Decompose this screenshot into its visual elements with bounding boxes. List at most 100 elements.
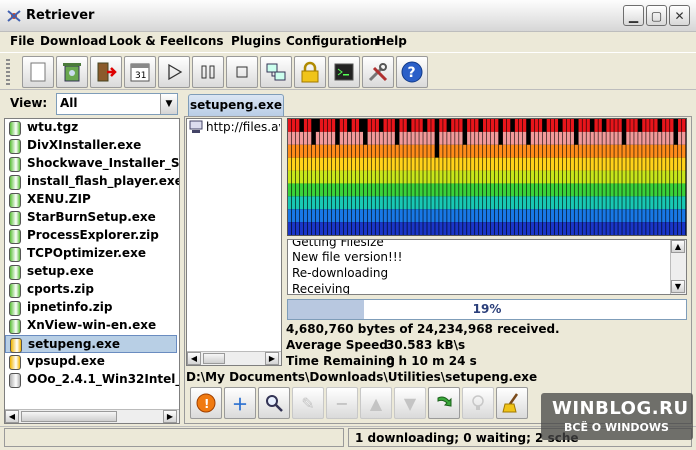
pause-button[interactable] [192, 56, 224, 88]
minimize-button[interactable]: ▁ [623, 5, 644, 26]
list-hscrollbar[interactable]: ◀ ▶ [5, 409, 179, 423]
chunk-cell [510, 157, 515, 171]
exit-button[interactable] [90, 56, 122, 88]
remove-button[interactable]: − [326, 387, 358, 419]
view-select-arrow[interactable]: ▼ [160, 94, 177, 114]
file-status-icon [9, 301, 21, 316]
menu-plugins[interactable]: Plugins [231, 34, 281, 48]
list-item[interactable]: XENU.ZIP [5, 191, 177, 209]
url-hscroll-thumb[interactable] [203, 353, 225, 364]
close-button[interactable]: ✕ [669, 5, 690, 26]
chunk-cell [387, 222, 391, 235]
search-button[interactable] [258, 387, 290, 419]
menu-configuration[interactable]: Configuration [286, 34, 378, 48]
cancel-download-button[interactable]: ! [190, 387, 222, 419]
new-download-button[interactable] [22, 56, 54, 88]
menu-icons[interactable]: Icons [188, 34, 224, 48]
stop-circle-icon: ! [196, 393, 216, 413]
chunk-cell [554, 222, 559, 235]
close-icon: ✕ [674, 8, 685, 23]
chunk-cell [367, 157, 371, 171]
chunk-cell [546, 196, 551, 210]
clean-button[interactable] [496, 387, 528, 419]
scroll-up-icon[interactable]: ▲ [671, 240, 685, 253]
chunk-cell [319, 196, 324, 210]
list-item[interactable]: XnView-win-en.exe [5, 317, 177, 335]
chunk-cell [419, 144, 423, 158]
chunk-cell [483, 183, 487, 197]
help-button[interactable]: ? [396, 56, 428, 88]
move-up-icon: ▲ [369, 393, 383, 413]
stop-button[interactable] [226, 56, 258, 88]
scroll-right-icon[interactable]: ▶ [163, 410, 177, 423]
reload-button[interactable] [428, 387, 460, 419]
chunk-cell [514, 157, 519, 171]
list-item[interactable]: vpsupd.exe [5, 353, 177, 371]
list-item[interactable]: ProcessExplorer.zip [5, 227, 177, 245]
list-item[interactable]: install_flash_player.exe [5, 173, 179, 191]
schedule-button[interactable]: 31 [124, 56, 156, 88]
add-button[interactable]: ＋ [224, 387, 256, 419]
list-item[interactable]: cports.zip [5, 281, 177, 299]
chunk-cell [574, 157, 578, 171]
menu-look-and-feel[interactable]: Look & Feel [109, 34, 188, 48]
url-tree-item[interactable]: http://files.ava [206, 120, 280, 134]
chunk-cell [427, 119, 431, 132]
start-button[interactable] [158, 56, 190, 88]
chunk-cell [514, 183, 519, 197]
move-down-button[interactable]: ▼ [394, 387, 426, 419]
scroll-left-icon[interactable]: ◀ [187, 352, 201, 365]
lock-button[interactable] [294, 56, 326, 88]
chunk-cell [339, 209, 344, 223]
scroll-right-icon[interactable]: ▶ [265, 352, 279, 365]
console-button[interactable] [328, 56, 360, 88]
chunk-cell [666, 131, 670, 145]
list-item[interactable]: ipnetinfo.zip [5, 299, 177, 317]
list-item[interactable]: StarBurnSetup.exe [5, 209, 177, 227]
chunk-cell [594, 144, 598, 158]
chunk-cell [315, 222, 320, 235]
file-status-icon [9, 193, 21, 208]
url-hscrollbar[interactable]: ◀ ▶ [187, 351, 281, 365]
chunk-cell [582, 222, 586, 235]
chunk-cell [467, 119, 471, 132]
network-button[interactable] [260, 56, 292, 88]
chunk-cell [323, 196, 328, 210]
scroll-down-icon[interactable]: ▼ [671, 280, 685, 293]
list-item[interactable]: setup.exe [5, 263, 177, 281]
chunk-cell [674, 131, 678, 145]
trash-button[interactable] [56, 56, 88, 88]
chunk-cell [291, 183, 296, 197]
list-item[interactable]: Shockwave_Installer_Slim [5, 155, 179, 173]
list-hscroll-thumb[interactable] [21, 411, 117, 422]
bulb-button[interactable] [462, 387, 494, 419]
list-item[interactable]: wtu.tgz [5, 119, 177, 137]
toolbar-grip[interactable] [6, 59, 10, 85]
list-item[interactable]: setupeng.exe [5, 335, 177, 353]
log-vscrollbar[interactable]: ▲ ▼ [670, 240, 686, 294]
chunk-cell [626, 157, 630, 171]
menu-help[interactable]: Help [376, 34, 407, 48]
chunk-cell [419, 222, 423, 235]
chunk-cell [411, 222, 415, 235]
list-item[interactable]: TCPOptimizer.exe [5, 245, 177, 263]
scroll-left-icon[interactable]: ◀ [5, 410, 19, 423]
chunk-cell [387, 196, 391, 210]
chunk-cell [530, 196, 535, 210]
chunk-cell [490, 131, 495, 145]
edit-button[interactable]: ✎ [292, 387, 324, 419]
menu-download[interactable]: Download [40, 34, 107, 48]
maximize-button[interactable]: ▢ [646, 5, 667, 26]
chunk-cell [407, 170, 411, 184]
chunk-cell [375, 209, 379, 223]
tab-setupeng[interactable]: setupeng.exe [188, 94, 284, 116]
chunk-cell [423, 183, 427, 197]
chunk-cell [622, 157, 626, 171]
list-item[interactable]: DivXInstaller.exe [5, 137, 177, 155]
menu-file[interactable]: File [10, 34, 35, 48]
tools-button[interactable] [362, 56, 394, 88]
list-item[interactable]: OOo_2.4.1_Win32Intel_inst [5, 371, 179, 389]
move-up-button[interactable]: ▲ [360, 387, 392, 419]
chunk-cell [518, 170, 523, 184]
chunk-cell [642, 196, 646, 210]
